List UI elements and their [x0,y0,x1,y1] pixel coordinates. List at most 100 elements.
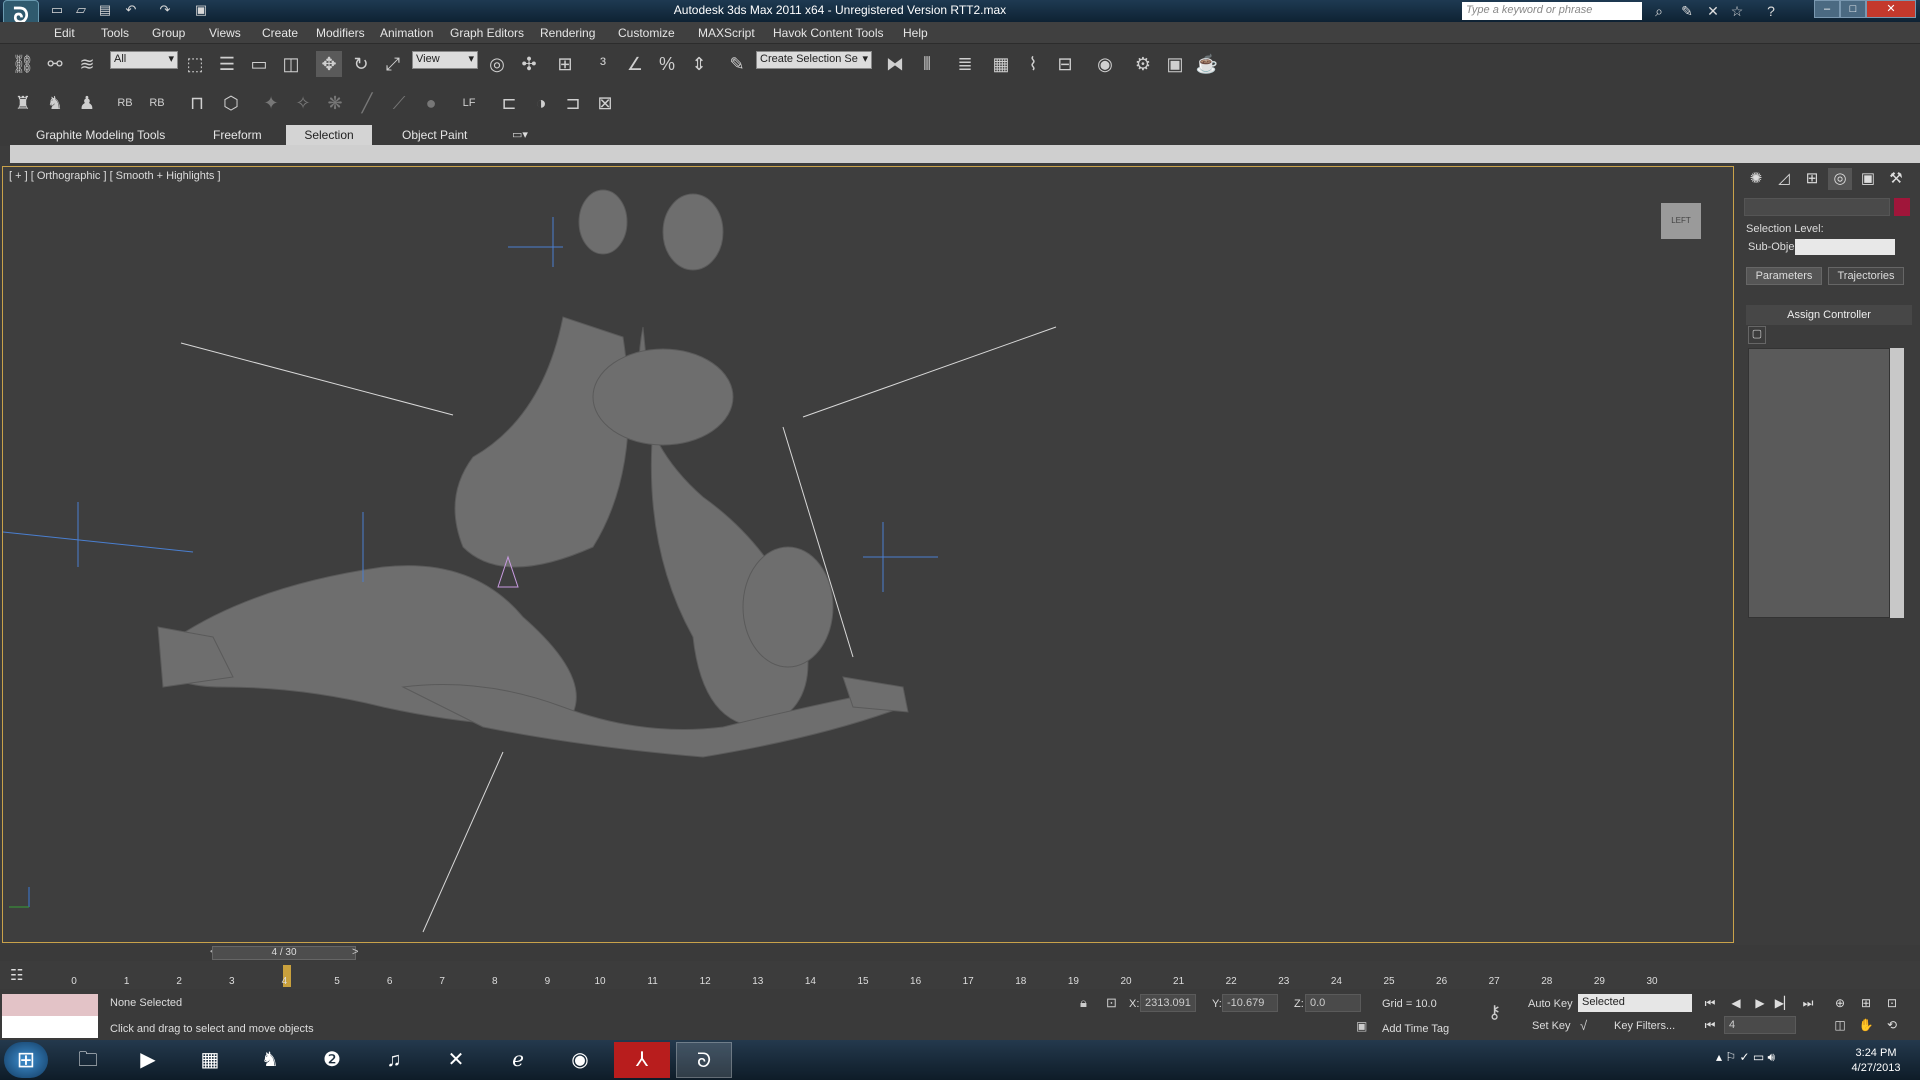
move-icon[interactable]: ✥ [316,51,342,77]
menu-graph-editors[interactable]: Graph Editors [450,26,524,40]
orbit-icon[interactable]: ⟲ [1882,1016,1902,1034]
figure-mode-icon[interactable]: ♞ [42,90,68,116]
tools-icon[interactable]: ✎ [1676,1,1698,21]
acrobat-icon[interactable]: ⅄ [614,1042,670,1078]
assign-controller-icon[interactable]: ▢ [1748,326,1766,344]
rotate-icon[interactable]: ↻ [348,51,374,77]
viewcube-icon[interactable]: LEFT [1661,203,1701,239]
export-icon[interactable]: ⊏ [496,90,522,116]
itunes-icon[interactable]: ♫ [366,1042,422,1078]
menu-customize[interactable]: Customize [618,26,675,40]
render-setup-icon[interactable]: ⚙ [1130,51,1156,77]
app-icon[interactable]: ❷ [304,1042,360,1078]
curve-editor-icon[interactable]: ⌇ [1020,51,1046,77]
time-slider-next[interactable]: > [352,946,358,958]
key-mode-dropdown[interactable]: Selected [1578,994,1692,1012]
favorites-icon[interactable]: ☆ [1726,1,1748,21]
game-icon[interactable]: ♞ [242,1042,298,1078]
menu-help[interactable]: Help [903,26,928,40]
sub-object-dropdown[interactable] [1795,239,1895,255]
bind-space-warp-icon[interactable]: ≋ [74,51,100,77]
selection-filter-dropdown[interactable]: All [110,51,178,69]
menu-havok[interactable]: Havok Content Tools [773,26,884,40]
z-coordinate-field[interactable]: 0.0 [1305,994,1361,1012]
tab-graphite-modeling-tools[interactable]: Graphite Modeling Tools [26,125,175,145]
rigid-body-icon[interactable]: RB [112,90,138,116]
go-to-start-icon[interactable]: ⏮ [1700,994,1720,1012]
object-name-field[interactable] [1744,198,1890,216]
go-to-end-icon[interactable]: ⏭ [1798,994,1818,1012]
parameters-button[interactable]: Parameters [1746,267,1822,285]
select-by-name-icon[interactable]: ☰ [214,51,240,77]
maximize-button[interactable]: □ [1840,0,1866,18]
select-manipulate-icon[interactable]: ✣ [516,51,542,77]
ref-coord-dropdown[interactable]: View [412,51,478,69]
menu-create[interactable]: Create [262,26,298,40]
next-frame-icon[interactable]: ▶▏ [1774,994,1794,1012]
keyboard-shortcut-icon[interactable]: ⊞ [552,51,578,77]
maxscript-listener-top[interactable] [2,994,98,1016]
3ds-max-taskbar-icon[interactable]: ᘐ [676,1042,732,1078]
angle-snap-icon[interactable]: ∠ [622,51,648,77]
graphite-toggle-icon[interactable]: ▦ [988,51,1014,77]
binoculars-icon[interactable]: ⌕ [1648,1,1670,21]
default-tangent-icon[interactable]: √ [1580,1018,1587,1033]
controller-tree[interactable] [1748,348,1890,618]
tab-selection[interactable]: Selection [286,125,372,145]
zoom-icon[interactable]: ⊕ [1830,994,1850,1012]
open-file-icon[interactable]: ▱ [72,2,90,18]
grid-tool-icon[interactable]: ⊠ [592,90,618,116]
tray-icons[interactable]: ▴ ⚐ ✓ ▭ 🔊︎ [1716,1050,1775,1065]
create-tab-icon[interactable]: ✺ [1744,168,1768,190]
zoom-all-icon[interactable]: ⊞ [1856,994,1876,1012]
named-selection-dropdown[interactable]: Create Selection Se [756,51,872,69]
menu-animation[interactable]: Animation [380,26,433,40]
perspective-viewport[interactable]: [ + ] [ Orthographic ] [ Smooth + Highli… [2,166,1734,943]
preview-icon[interactable]: ◑ [528,90,554,116]
hierarchy-tab-icon[interactable]: ⊞ [1800,168,1824,190]
object-color-swatch[interactable] [1894,198,1910,216]
undo-icon[interactable]: ↶ [122,2,140,18]
new-file-icon[interactable]: ▭ [48,2,66,18]
x-coordinate-field[interactable]: 2313.091 [1140,994,1196,1012]
project-folder-icon[interactable]: ▣ [192,2,210,18]
set-key-button[interactable]: Set Key [1532,1020,1571,1032]
excel-icon[interactable]: ✕ [428,1042,484,1078]
save-icon[interactable]: ▤ [96,2,114,18]
menu-tools[interactable]: Tools [101,26,129,40]
minimize-button[interactable]: – [1814,0,1840,18]
menu-rendering[interactable]: Rendering [540,26,595,40]
menu-modifiers[interactable]: Modifiers [316,26,365,40]
percent-snap-icon[interactable]: % [654,51,680,77]
calculator-icon[interactable]: ▦ [182,1042,238,1078]
motion-tab-icon[interactable]: ◎ [1828,168,1852,190]
material-editor-icon[interactable]: ◉ [1092,51,1118,77]
select-object-icon[interactable]: ⬚ [182,51,208,77]
clock[interactable]: 3:24 PM 4/27/2013 [1836,1046,1916,1076]
biped-icon[interactable]: ♜ [10,90,36,116]
schematic-view-icon[interactable]: ⊟ [1052,51,1078,77]
assign-controller-rollout[interactable]: Assign Controller [1746,305,1912,325]
mini-curve-editor-icon[interactable]: ☷ [10,966,23,984]
key-mode-toggle-icon[interactable]: ⏮ [1700,1016,1720,1034]
field-of-view-icon[interactable]: ◫ [1830,1016,1850,1034]
maxscript-listener-bottom[interactable] [2,1016,98,1038]
key-filters-button[interactable]: Key Filters... [1614,1020,1675,1032]
lf-icon[interactable]: LF [456,90,482,116]
tool-icon[interactable]: ⊐ [560,90,586,116]
unlink-icon[interactable]: ⚯ [42,51,68,77]
tab-freeform[interactable]: Freeform [203,125,272,145]
previous-frame-icon[interactable]: ◀ [1726,994,1746,1012]
link-icon[interactable]: ⛓ [10,51,36,77]
menu-maxscript[interactable]: MAXScript [698,26,755,40]
physics-icon[interactable]: ⬡ [218,90,244,116]
key-icon[interactable]: ⚷ [1488,1002,1501,1023]
internet-explorer-icon[interactable]: ℯ [490,1042,546,1078]
search-input[interactable]: Type a keyword or phrase [1462,2,1642,20]
rendered-frame-icon[interactable]: ▣ [1162,51,1188,77]
time-slider-thumb[interactable]: 4 / 30 [212,946,356,960]
display-tab-icon[interactable]: ▣ [1856,168,1880,190]
chrome-icon[interactable]: ◉ [552,1042,608,1078]
trajectories-button[interactable]: Trajectories [1828,267,1904,285]
absolute-mode-icon[interactable]: ⊡ [1106,995,1117,1011]
